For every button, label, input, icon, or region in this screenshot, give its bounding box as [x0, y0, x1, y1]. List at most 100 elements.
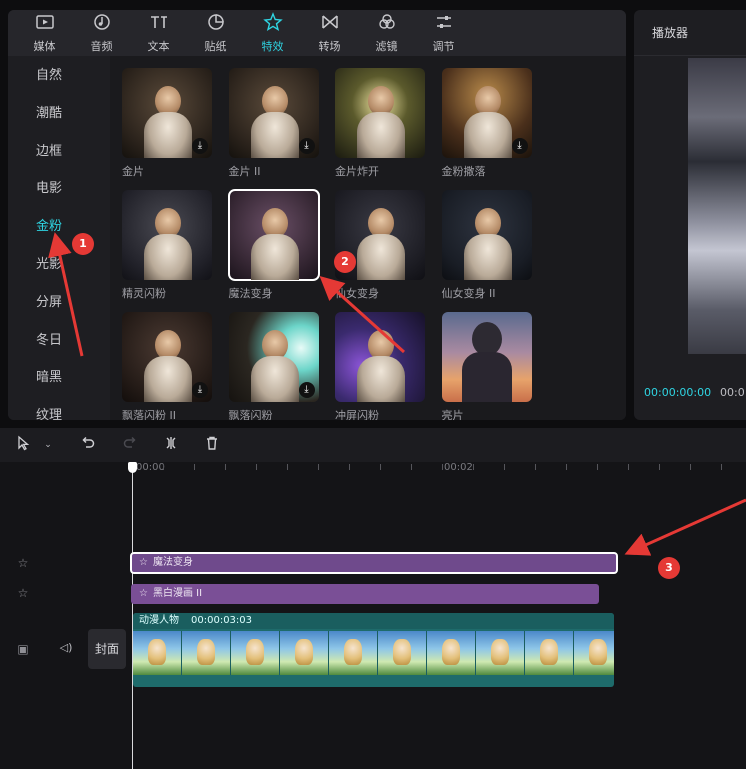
download-icon[interactable]: ⤓	[298, 382, 315, 398]
tab-media[interactable]: 媒体	[16, 10, 73, 56]
video-frame-thumbnail	[133, 631, 182, 675]
ruler-tick	[318, 464, 319, 470]
effect-thumbnail[interactable]	[335, 312, 425, 402]
timeline-panel: ⌄ 00:00 00:02 ☆ ☆ ▣ ☆ 魔法变身 ☆ 黑白漫画 II ◁) 封面 …	[0, 428, 746, 769]
category-list: 自然潮酷边框电影金粉光影分屏冬日暗黑纹理	[8, 56, 108, 420]
effect-label: 飘落闪粉 II	[122, 409, 176, 420]
ruler-label: 00:00	[136, 462, 165, 473]
category-item[interactable]: 金粉	[36, 215, 62, 234]
category-item[interactable]: 纹理	[36, 404, 62, 420]
effect-card[interactable]: 冲屏闪粉	[335, 312, 425, 420]
audio-icon	[92, 12, 112, 38]
effect-card[interactable]: ⤓ 飘落闪粉 II	[122, 312, 212, 420]
effect-thumbnail[interactable]	[441, 190, 532, 280]
media-icon	[35, 12, 55, 38]
tab-transition[interactable]: 转场	[301, 10, 358, 56]
effect-card[interactable]: ⤓ 飘落闪粉	[228, 312, 319, 420]
effect-thumbnail[interactable]: ⤓	[228, 68, 319, 158]
category-item[interactable]: 冬日	[36, 329, 62, 348]
effect-card[interactable]: 金片炸开	[335, 68, 425, 179]
category-item[interactable]: 光影	[36, 253, 62, 272]
annotation-badge-2: 2	[334, 251, 356, 273]
sticker-icon	[206, 12, 226, 38]
cover-button[interactable]: 封面	[88, 629, 126, 669]
tab-text[interactable]: 文本	[130, 10, 187, 56]
ruler-label: 00:02	[444, 462, 473, 473]
download-icon[interactable]: ⤓	[511, 138, 528, 154]
timeline-toolbar: ⌄	[0, 428, 746, 462]
tab-effects[interactable]: 特效	[244, 10, 301, 56]
tab-label: 贴纸	[204, 40, 227, 53]
category-item[interactable]: 边框	[36, 140, 62, 159]
video-clip-duration: 00:00:03:03	[191, 615, 253, 626]
effect-card[interactable]: 亮片	[441, 312, 532, 420]
download-icon[interactable]: ⤓	[192, 138, 208, 154]
player-title: 播放器	[652, 26, 689, 40]
split-icon[interactable]	[161, 435, 181, 455]
effect-clip-label: 黑白漫画 II	[152, 588, 203, 599]
chevron-down-icon[interactable]: ⌄	[38, 435, 58, 455]
delete-icon[interactable]	[202, 435, 222, 455]
effect-thumbnail[interactable]	[227, 189, 320, 281]
video-frame-thumbnail	[329, 631, 378, 675]
tab-filter[interactable]: 滤镜	[358, 10, 415, 56]
audio-mute-icon[interactable]: ◁)	[58, 641, 74, 657]
transition-icon	[320, 12, 340, 38]
video-frame-thumbnail	[280, 631, 329, 675]
ruler-tick	[659, 464, 660, 470]
effect-thumbnail[interactable]	[335, 68, 425, 158]
effect-thumbnail[interactable]	[441, 312, 532, 402]
video-frame-thumbnail	[231, 631, 280, 675]
effect-label: 仙女变身	[335, 287, 379, 300]
video-preview[interactable]	[688, 58, 746, 354]
effect-card[interactable]: ⤓ 金粉撒落	[441, 68, 532, 179]
download-icon[interactable]: ⤓	[298, 138, 315, 154]
ruler-tick	[287, 464, 288, 470]
effects-icon	[262, 12, 283, 38]
effect-thumbnail[interactable]: ⤓	[228, 312, 319, 402]
tab-audio[interactable]: 音频	[73, 10, 130, 56]
category-item[interactable]: 自然	[36, 64, 62, 83]
download-icon[interactable]: ⤓	[192, 382, 208, 398]
effect-card[interactable]: 魔法变身	[227, 189, 320, 301]
effects-grid: ⤓ 金片 ⤓ 金片 II 金片炸开 ⤓ 金粉撒落 精灵闪粉 魔法变身 仙女变身 仙女变身 II ⤓ 飘落…	[110, 56, 626, 420]
effect-thumbnail[interactable]: ⤓	[122, 312, 212, 402]
effect-icon: ☆	[139, 557, 148, 568]
ruler-tick	[535, 464, 536, 470]
effect-track-icon: ☆	[17, 556, 29, 570]
total-time: 00:0	[720, 386, 745, 399]
effect-thumbnail[interactable]: ⤓	[441, 68, 532, 158]
ruler-tick	[194, 464, 195, 470]
ruler-tick	[380, 464, 381, 470]
video-clip[interactable]: 动漫人物 00:00:03:03	[133, 613, 614, 687]
effect-thumbnail[interactable]	[122, 190, 212, 280]
tab-label: 文本	[147, 40, 170, 53]
ruler-tick	[566, 464, 567, 470]
effect-card[interactable]: 仙女变身	[335, 190, 425, 301]
playhead-handle[interactable]	[128, 462, 137, 473]
effect-card[interactable]: 仙女变身 II	[441, 190, 532, 301]
tab-adjust[interactable]: 调节	[415, 10, 472, 56]
effect-label: 精灵闪粉	[122, 287, 166, 300]
divider	[634, 55, 746, 56]
category-item[interactable]: 分屏	[36, 291, 62, 310]
video-frame-thumbnail	[574, 631, 614, 675]
time-ruler[interactable]: 00:00 00:02	[130, 462, 746, 480]
category-item[interactable]: 电影	[36, 177, 62, 196]
redo-icon[interactable]	[120, 435, 140, 455]
select-tool-icon[interactable]	[14, 435, 34, 455]
effect-thumbnail[interactable]: ⤓	[122, 68, 212, 158]
tab-label: 音频	[90, 40, 113, 53]
effect-card[interactable]: 精灵闪粉	[122, 190, 212, 301]
tab-sticker[interactable]: 贴纸	[187, 10, 244, 56]
effect-label: 亮片	[441, 409, 464, 420]
undo-icon[interactable]	[78, 435, 98, 455]
video-frame-thumbnail	[525, 631, 574, 675]
effect-card[interactable]: ⤓ 金片 II	[228, 68, 319, 179]
category-item[interactable]: 暗黑	[36, 366, 62, 385]
effect-clip-comic[interactable]: ☆ 黑白漫画 II	[131, 584, 599, 604]
effect-card[interactable]: ⤓ 金片	[122, 68, 212, 179]
tab-label: 滤镜	[375, 40, 398, 53]
effect-clip-magic[interactable]: ☆ 魔法变身	[130, 552, 618, 574]
category-item[interactable]: 潮酷	[36, 102, 62, 121]
